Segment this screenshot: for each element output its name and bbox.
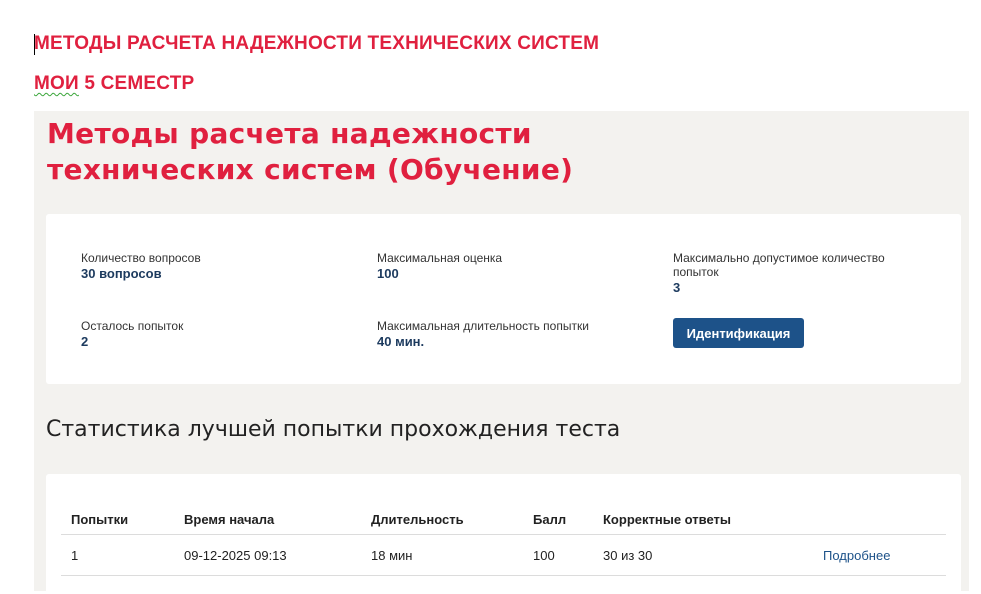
stats-card: Попытки Время начала Длительность Балл К…: [46, 474, 961, 594]
questions-count: Количество вопросов 30 вопросов: [81, 251, 201, 282]
course-panel: Методы расчета надежности технических си…: [34, 111, 969, 594]
remaining-attempts-label: Осталось попыток: [81, 319, 184, 333]
cell-correct-answers: 30 из 30: [593, 534, 813, 576]
column-correct-answers: Корректные ответы: [593, 504, 813, 535]
max-grade-value: 100: [377, 266, 399, 281]
table-row: 1 09-12-2025 09:13 18 мин 100 30 из 30 П…: [61, 534, 946, 576]
table-header-row: Попытки Время начала Длительность Балл К…: [61, 504, 946, 535]
details-link[interactable]: Подробнее: [823, 548, 890, 563]
document-title-line: МЕТОДЫ РАСЧЕТА НАДЕЖНОСТИ ТЕХНИЧЕСКИХ СИ…: [34, 33, 600, 54]
stats-table: Попытки Время начала Длительность Балл К…: [61, 504, 946, 576]
cell-score: 100: [523, 534, 593, 576]
spellcheck-word: МОИ: [34, 73, 79, 94]
identification-button[interactable]: Идентификация: [673, 318, 804, 348]
column-duration: Длительность: [361, 504, 523, 535]
cell-details: Подробнее: [813, 534, 946, 576]
remaining-attempts-value: 2: [81, 334, 89, 349]
stats-title: Статистика лучшей попытки прохождения те…: [46, 417, 621, 442]
column-start-time: Время начала: [174, 504, 361, 535]
cell-start-time: 09-12-2025 09:13: [174, 534, 361, 576]
questions-count-label: Количество вопросов: [81, 251, 201, 265]
max-grade-label: Максимальная оценка: [377, 251, 503, 265]
questions-count-value: 30 вопросов: [81, 266, 162, 281]
remaining-attempts: Осталось попыток 2: [81, 319, 183, 350]
column-score: Балл: [523, 504, 593, 535]
max-attempts-value: 3: [673, 280, 681, 295]
max-duration: Максимальная длительность попытки 40 мин…: [377, 319, 589, 350]
document-semester-line: МОИ 5 СЕМЕСТР: [34, 73, 194, 95]
cell-duration: 18 мин: [361, 534, 523, 576]
max-grade: Максимальная оценка 100: [377, 251, 502, 282]
course-title: Методы расчета надежности технических си…: [47, 117, 574, 186]
test-info-card: Количество вопросов 30 вопросов Максимал…: [46, 214, 961, 384]
max-duration-value: 40 мин.: [377, 334, 425, 349]
max-attempts: Максимально допустимое количество попыто…: [673, 251, 903, 296]
column-attempts: Попытки: [61, 504, 174, 535]
cell-attempt: 1: [61, 534, 174, 576]
max-duration-label: Максимальная длительность попытки: [377, 319, 589, 333]
max-attempts-label: Максимально допустимое количество попыто…: [673, 251, 885, 279]
semester-text: 5 СЕМЕСТР: [78, 73, 195, 94]
column-actions: [813, 504, 946, 535]
